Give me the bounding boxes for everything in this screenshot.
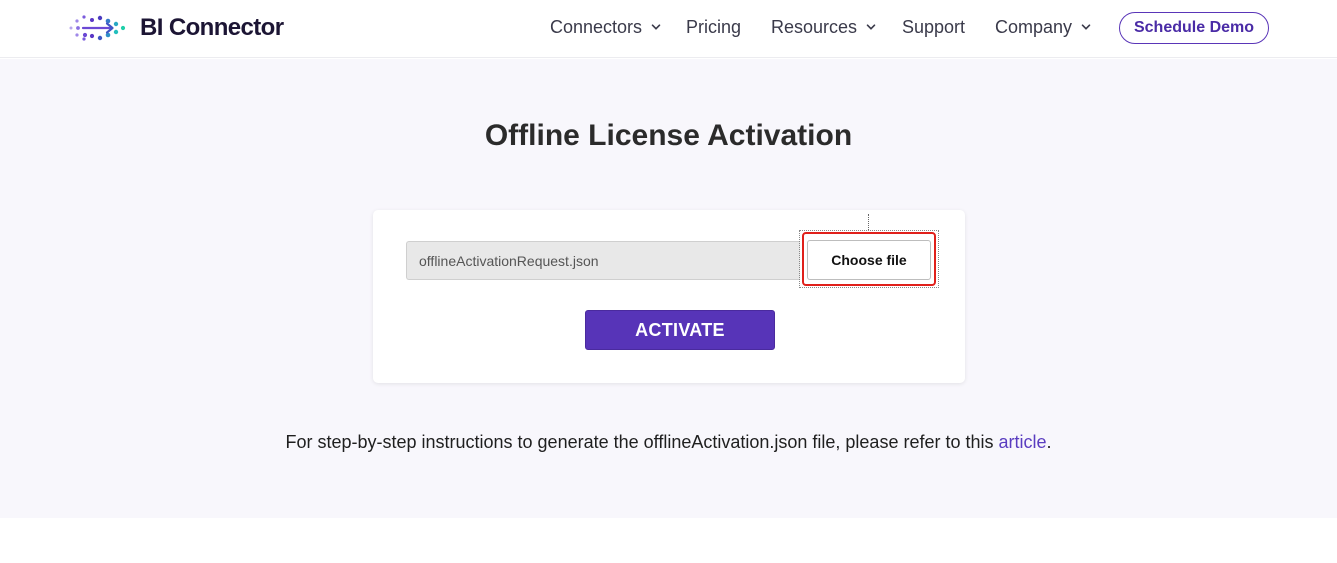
choose-file-button[interactable]: Choose file	[807, 240, 931, 280]
nav-item-label: Company	[995, 16, 1073, 37]
nav-item-connectors[interactable]: Connectors	[550, 16, 661, 38]
logo-text: BI Connector	[140, 14, 284, 41]
schedule-demo-button[interactable]: Schedule Demo	[1119, 12, 1269, 44]
main-content: Offline License Activation offlineActiva…	[0, 59, 1337, 518]
instructions-prefix: For step-by-step instructions to generat…	[285, 432, 999, 452]
logo[interactable]: BI Connector	[68, 13, 284, 43]
chevron-down-icon	[1081, 24, 1091, 30]
activate-button[interactable]: ACTIVATE	[585, 310, 775, 350]
chevron-down-icon	[651, 24, 661, 30]
chevron-down-icon	[866, 24, 876, 30]
page-title: Offline License Activation	[484, 119, 853, 152]
instructions-suffix: .	[1046, 432, 1052, 452]
nav-item-resources[interactable]: Resources	[771, 16, 876, 38]
site-header: BI Connector Connectors Pricing Resource…	[0, 0, 1337, 58]
article-link[interactable]: article	[999, 432, 1047, 452]
nav-item-label: Support	[902, 16, 966, 37]
nav-item-label: Connectors	[550, 16, 643, 37]
nav-item-label: Pricing	[686, 16, 742, 37]
nav-item-pricing[interactable]: Pricing	[686, 16, 741, 38]
nav-item-support[interactable]: Support	[902, 16, 965, 38]
file-name-field[interactable]: offlineActivationRequest.json	[406, 241, 800, 280]
nav-item-company[interactable]: Company	[995, 16, 1091, 38]
bi-connector-logo-icon	[69, 15, 126, 41]
instructions-text: For step-by-step instructions to generat…	[0, 432, 1337, 453]
activation-card: offlineActivationRequest.json Choose fil…	[373, 210, 965, 383]
nav-item-label: Resources	[771, 16, 858, 37]
highlight-guide-line	[868, 214, 869, 230]
